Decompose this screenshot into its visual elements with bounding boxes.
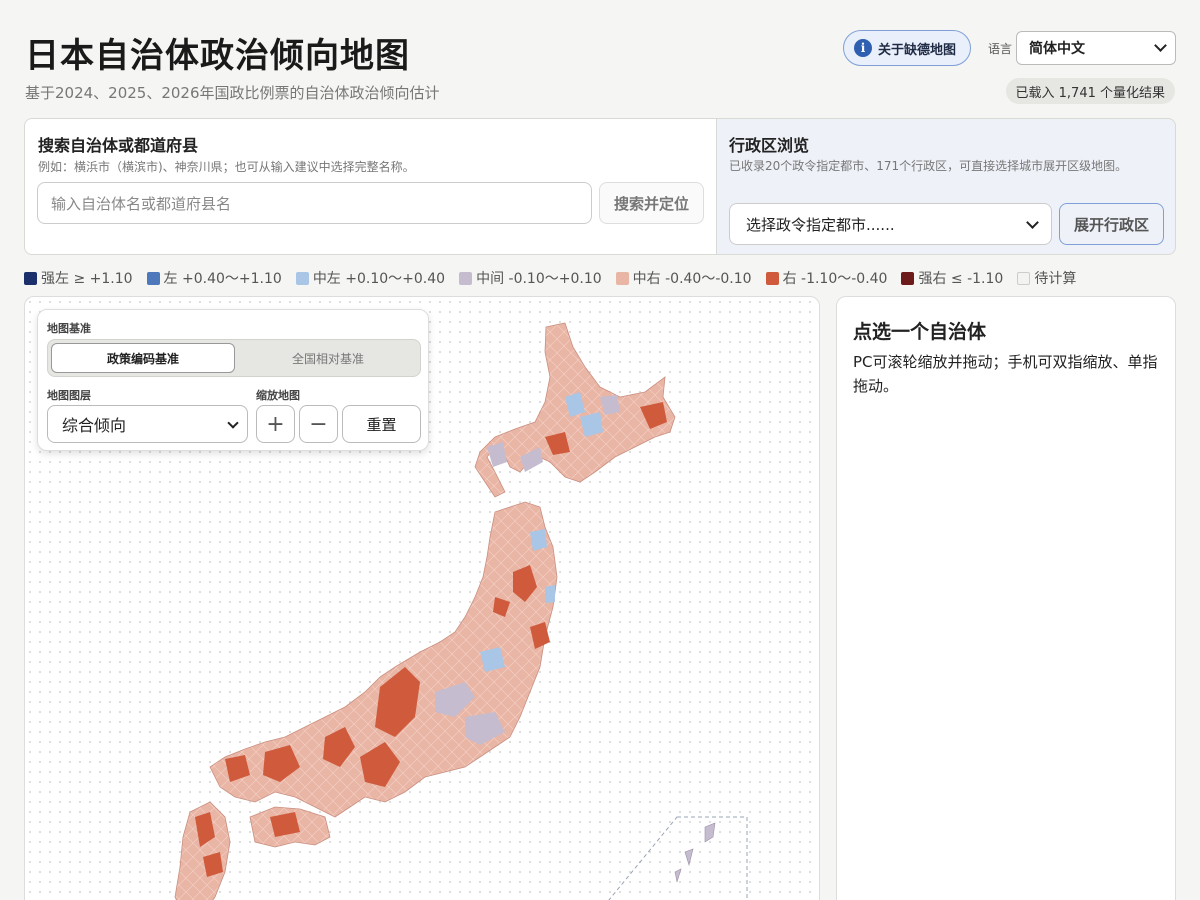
- language-value: 简体中文: [1029, 41, 1085, 57]
- search-input[interactable]: 输入自治体名或都道府县名: [37, 182, 592, 224]
- legend-item: 中间 -0.10～+0.10: [459, 268, 602, 288]
- okinawa-inset-frame: [608, 816, 748, 900]
- info-panel: 点选一个自治体 PC可滚轮缩放并拖动；手机可双指缩放、单指拖动。: [836, 296, 1176, 900]
- city-select-value: 选择政令指定都市......: [746, 215, 895, 234]
- legend-label: 中间 -0.10～+0.10: [476, 271, 602, 287]
- legend-swatch: [295, 271, 309, 285]
- chevron-down-icon: [1154, 39, 1167, 52]
- zoom-label: 缩放地图: [256, 389, 300, 402]
- page-subtitle: 基于2024、2025、2026年国政比例票的自治体政治倾向估计: [25, 84, 440, 102]
- info-text: PC可滚轮缩放并拖动；手机可双指缩放、单指拖动。: [853, 353, 1158, 395]
- language-select[interactable]: 简体中文: [1016, 31, 1176, 65]
- legend-item: 强右 ≤ -1.10: [901, 268, 1003, 288]
- basis-label: 地图基准: [47, 322, 91, 335]
- info-icon: i: [854, 39, 872, 57]
- legend-swatch: [459, 271, 473, 285]
- layer-value: 综合倾向: [62, 416, 127, 435]
- legend-swatch: [765, 271, 779, 285]
- loaded-status-badge: 已载入 1,741 个量化结果: [1005, 78, 1175, 104]
- reset-button[interactable]: 重置: [342, 405, 421, 443]
- legend-item: 中左 +0.10～+0.40: [295, 268, 446, 288]
- legend-label: 强右 ≤ -1.10: [918, 271, 1004, 287]
- legend-item: 中右 -0.40～-0.10: [615, 268, 752, 288]
- legend-label: 左 +0.40～+1.10: [163, 271, 282, 287]
- legend-label: 待计算: [1034, 271, 1077, 287]
- missing-map-button[interactable]: i 关于缺德地图: [843, 30, 971, 66]
- chevron-down-icon: [227, 417, 239, 429]
- legend: 强左 ≥ +1.10 左 +0.40～+1.10 中左 +0.10～+0.40 …: [24, 268, 1076, 288]
- chevron-down-icon: [1026, 216, 1039, 229]
- legend-label: 中右 -0.40～-0.10: [632, 271, 752, 287]
- legend-label: 强左 ≥ +1.10: [41, 271, 133, 287]
- legend-label: 中左 +0.10～+0.40: [312, 271, 446, 287]
- language-label: 语言: [988, 42, 1013, 56]
- search-hint: 例如：横浜市（横滨市)、神奈川県；也可从输入建议中选择完整名称。: [38, 160, 415, 174]
- search-button[interactable]: 搜索并定位: [599, 182, 704, 224]
- city-select[interactable]: 选择政令指定都市......: [729, 203, 1052, 245]
- info-heading: 点选一个自治体: [853, 321, 987, 343]
- missing-map-label: 关于缺德地图: [878, 42, 957, 58]
- legend-item: 待计算: [1017, 268, 1076, 288]
- legend-swatch: [615, 271, 629, 285]
- legend-swatch: [24, 271, 37, 285]
- zoom-out-button[interactable]: −: [299, 405, 338, 443]
- search-heading: 搜索自治体或都道府县: [38, 136, 199, 155]
- ward-hint: 已收录20个政令指定都市、171个行政区，可直接选择城市展开区级地图。: [729, 159, 1128, 173]
- expand-wards-button[interactable]: 展开行政区: [1059, 203, 1164, 245]
- zoom-in-button[interactable]: +: [256, 405, 295, 443]
- legend-label: 右 -1.10～-0.40: [782, 271, 888, 287]
- map-controls-panel: 地图基准 政策编码基准 全国相对基准 地图图层 缩放地图 综合倾向 + − 重置: [37, 309, 429, 451]
- ward-heading: 行政区浏览: [729, 136, 810, 155]
- legend-swatch: [146, 271, 160, 285]
- basis-option-national[interactable]: 全国相对基准: [238, 343, 418, 373]
- legend-swatch: [1017, 271, 1031, 285]
- search-panel: 搜索自治体或都道府县 例如：横浜市（横滨市)、神奈川県；也可从输入建议中选择完整…: [24, 118, 716, 255]
- basis-option-policy[interactable]: 政策编码基准: [51, 343, 235, 373]
- ward-panel: 行政区浏览 已收录20个政令指定都市、171个行政区，可直接选择城市展开区级地图…: [716, 118, 1176, 255]
- legend-item: 右 -1.10～-0.40: [765, 268, 888, 288]
- legend-swatch: [901, 271, 915, 285]
- layer-label: 地图图层: [47, 389, 91, 402]
- okinawa-islands: [674, 822, 716, 883]
- page-title: 日本自治体政治倾向地图: [25, 36, 410, 76]
- legend-item: 强左 ≥ +1.10: [24, 268, 133, 288]
- layer-select[interactable]: 综合倾向: [47, 405, 248, 443]
- legend-item: 左 +0.40～+1.10: [146, 268, 282, 288]
- basis-toggle: 政策编码基准 全国相对基准: [47, 339, 421, 377]
